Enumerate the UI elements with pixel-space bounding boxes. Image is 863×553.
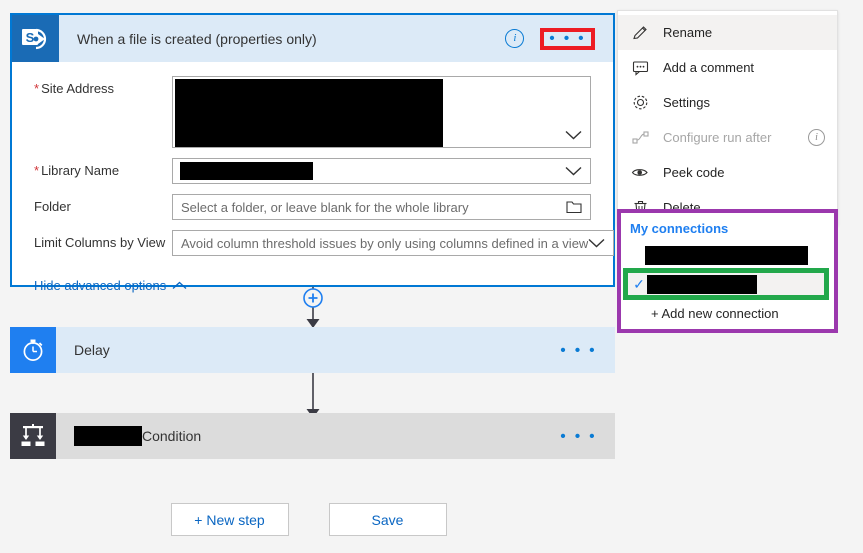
required-star: * bbox=[34, 81, 40, 96]
folder-icon[interactable] bbox=[566, 200, 582, 214]
step-delay-more-menu-button[interactable]: • • • bbox=[560, 343, 597, 358]
svg-text:S: S bbox=[25, 30, 34, 45]
label-site-address: * Site Address bbox=[34, 81, 115, 96]
run-after-icon bbox=[630, 128, 650, 148]
eye-icon bbox=[630, 163, 650, 183]
menu-item-add-a-comment[interactable]: Add a comment bbox=[618, 50, 837, 85]
chevron-up-icon bbox=[172, 281, 187, 289]
connection-row-selected[interactable]: ✓ bbox=[623, 268, 829, 300]
menu-item-label: Rename bbox=[663, 25, 713, 40]
library-name-input[interactable] bbox=[172, 158, 591, 184]
trigger-header-actions: i • • • bbox=[505, 15, 605, 62]
step-condition-more-menu-button[interactable]: • • • bbox=[560, 429, 597, 444]
sharepoint-icon: S bbox=[12, 15, 59, 62]
condition-branch-icon bbox=[10, 413, 56, 459]
step-delay[interactable]: Delay • • • bbox=[10, 327, 615, 373]
my-connections-title: My connections bbox=[630, 221, 729, 236]
limit-columns-input[interactable]: Avoid column threshold issues by only us… bbox=[172, 230, 615, 256]
designer-action-bar: + New step Save bbox=[0, 503, 617, 536]
save-button[interactable]: Save bbox=[328, 503, 447, 536]
limit-columns-placeholder: Avoid column threshold issues by only us… bbox=[181, 235, 589, 251]
flow-designer-canvas: S When a file is created (properties onl… bbox=[0, 0, 617, 553]
add-new-connection-label: + Add new connection bbox=[651, 305, 779, 321]
menu-item-settings[interactable]: Settings bbox=[618, 85, 837, 120]
menu-item-peek-code[interactable]: Peek code bbox=[618, 155, 837, 190]
label-folder: Folder bbox=[34, 199, 71, 214]
form-row-folder: Folder Select a folder, or leave blank f… bbox=[34, 194, 591, 220]
trigger-card[interactable]: S When a file is created (properties onl… bbox=[10, 13, 615, 293]
chevron-down-icon[interactable] bbox=[588, 238, 605, 248]
chevron-down-icon[interactable] bbox=[565, 166, 582, 176]
add-new-connection-button[interactable]: + Add new connection bbox=[621, 300, 834, 326]
menu-item-configure-run-after: Configure run after i bbox=[618, 120, 837, 155]
menu-item-label: Peek code bbox=[663, 165, 725, 180]
menu-item-label: Add a comment bbox=[663, 60, 755, 75]
check-icon: ✓ bbox=[633, 275, 645, 292]
redacted-value bbox=[180, 162, 313, 180]
redacted-value bbox=[645, 245, 808, 265]
my-connections-panel: My connections ✓ + Add new connection bbox=[617, 209, 838, 333]
stopwatch-icon bbox=[10, 327, 56, 373]
hide-advanced-options-link[interactable]: Hide advanced options bbox=[34, 278, 187, 293]
context-menu: Rename Add a comment Settings Configure … bbox=[617, 10, 838, 226]
info-icon[interactable]: i bbox=[808, 129, 825, 146]
comment-icon bbox=[630, 58, 650, 78]
step-condition[interactable]: Condition • • • bbox=[10, 413, 615, 459]
trigger-more-menu-button[interactable]: • • • bbox=[549, 31, 586, 46]
new-step-button[interactable]: + New step bbox=[170, 503, 289, 536]
redacted-value bbox=[74, 426, 142, 446]
chevron-down-icon[interactable] bbox=[565, 130, 582, 140]
label-limit-columns: Limit Columns by View bbox=[34, 235, 166, 250]
form-row-site-address: * Site Address bbox=[34, 76, 591, 148]
folder-placeholder: Select a folder, or leave blank for the … bbox=[181, 199, 469, 215]
connection-row[interactable] bbox=[621, 242, 834, 268]
trigger-title: When a file is created (properties only) bbox=[77, 30, 317, 47]
label-library-name: * Library Name bbox=[34, 163, 120, 178]
pencil-icon bbox=[630, 23, 650, 43]
redacted-value bbox=[175, 79, 443, 147]
folder-input[interactable]: Select a folder, or leave blank for the … bbox=[172, 194, 591, 220]
step-delay-title: Delay bbox=[74, 342, 110, 358]
menu-item-label: Settings bbox=[663, 95, 710, 110]
gear-icon bbox=[630, 93, 650, 113]
step-condition-title: Condition bbox=[142, 428, 202, 444]
hide-advanced-options-label: Hide advanced options bbox=[34, 278, 167, 293]
menu-item-label: Configure run after bbox=[663, 130, 772, 145]
form-row-library-name: * Library Name bbox=[34, 158, 591, 184]
info-icon[interactable]: i bbox=[505, 29, 525, 48]
add-step-connector-1[interactable] bbox=[295, 287, 331, 330]
site-address-input[interactable] bbox=[172, 76, 591, 148]
ellipsis-highlight-box: • • • bbox=[540, 27, 595, 50]
redacted-value bbox=[647, 274, 757, 294]
form-row-limit-columns: Limit Columns by View Avoid column thres… bbox=[34, 230, 615, 256]
required-star: * bbox=[34, 163, 40, 178]
trigger-card-header[interactable]: S When a file is created (properties onl… bbox=[12, 15, 613, 62]
menu-item-rename[interactable]: Rename bbox=[618, 15, 837, 50]
trigger-form: * Site Address * Library Name Folder Sel… bbox=[12, 62, 615, 293]
